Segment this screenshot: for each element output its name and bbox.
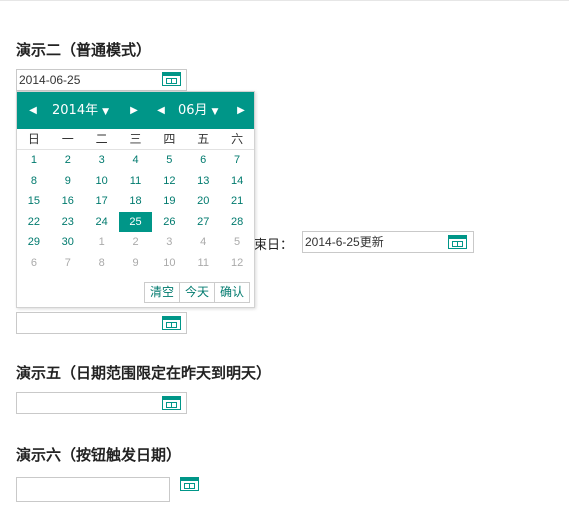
picker-footer: 清空 今天 确认 — [143, 282, 250, 303]
picker-header: ◀ 2014年 ▼ ▶ ◀ 06月 ▼ ▶ — [17, 92, 254, 129]
today-button[interactable]: 今天 — [178, 282, 215, 303]
day-cell-next-month[interactable]: 8 — [85, 253, 119, 274]
day-cell[interactable]: 29 — [17, 232, 51, 253]
next-month-button[interactable]: ▶ — [234, 92, 248, 129]
date-picker-popup: ◀ 2014年 ▼ ▶ ◀ 06月 ▼ ▶ 日 一 二 三 四 五 六 1 2 3 … — [16, 91, 255, 308]
day-cell[interactable]: 2 — [51, 150, 85, 171]
day-cell[interactable]: 22 — [17, 212, 51, 233]
day-cell[interactable]: 26 — [152, 212, 186, 233]
calendar-icon[interactable] — [162, 396, 181, 410]
calendar-button-icon[interactable] — [180, 477, 199, 491]
day-cell-next-month[interactable]: 12 — [220, 253, 254, 274]
week-row: 29 30 1 2 3 4 5 — [17, 232, 254, 253]
year-label: 2014年 — [52, 103, 99, 118]
day-cell-next-month[interactable]: 1 — [85, 232, 119, 253]
calendar-icon[interactable] — [162, 316, 181, 330]
day-cell[interactable]: 30 — [51, 232, 85, 253]
day-cell[interactable]: 14 — [220, 171, 254, 192]
week-row: 1 2 3 4 5 6 7 — [17, 150, 254, 171]
week-row: 22 23 24 25 26 27 28 — [17, 211, 254, 233]
week-row: 6 7 8 9 10 11 12 — [17, 253, 254, 274]
day-cell[interactable]: 16 — [51, 191, 85, 212]
day-cell[interactable]: 18 — [119, 191, 153, 212]
confirm-button[interactable]: 确认 — [213, 282, 250, 303]
day-cell[interactable]: 23 — [51, 212, 85, 233]
year-select[interactable]: 2014年 ▼ — [52, 92, 109, 129]
day-cell[interactable]: 21 — [220, 191, 254, 212]
day-cell[interactable]: 13 — [186, 171, 220, 192]
day-cell-next-month[interactable]: 4 — [186, 232, 220, 253]
demo5-heading: 演示五（日期范围限定在昨天到明天） — [16, 364, 272, 382]
day-cell[interactable]: 1 — [17, 150, 51, 171]
day-cell[interactable]: 5 — [152, 150, 186, 171]
weekday-label: 一 — [61, 132, 74, 146]
weekday-label: 五 — [197, 132, 210, 146]
day-cell[interactable]: 10 — [85, 171, 119, 192]
day-cell[interactable]: 15 — [17, 191, 51, 212]
weekday-label: 二 — [95, 132, 108, 146]
day-cell[interactable]: 19 — [152, 191, 186, 212]
day-cell[interactable]: 27 — [186, 212, 220, 233]
day-cell-next-month[interactable]: 3 — [152, 232, 186, 253]
day-cell-next-month[interactable]: 6 — [17, 253, 51, 274]
day-cell-next-month[interactable]: 11 — [186, 253, 220, 274]
weekday-label: 四 — [163, 132, 176, 146]
demo2-heading: 演示二（普通模式） — [16, 41, 152, 59]
prev-year-button[interactable]: ◀ — [26, 92, 40, 129]
month-select[interactable]: 06月 ▼ — [178, 92, 218, 129]
top-divider — [0, 0, 569, 1]
day-cell[interactable]: 8 — [17, 171, 51, 192]
next-year-button[interactable]: ▶ — [127, 92, 141, 129]
day-cell-next-month[interactable]: 9 — [119, 253, 153, 274]
weekday-label: 日 — [27, 132, 40, 146]
calendar-icon[interactable] — [162, 72, 181, 86]
day-cell[interactable]: 6 — [186, 150, 220, 171]
day-cell-selected[interactable]: 25 — [118, 211, 153, 232]
weekday-label: 三 — [129, 132, 142, 146]
chevron-down-icon: ▼ — [211, 107, 219, 117]
day-cell[interactable]: 12 — [152, 171, 186, 192]
day-cell[interactable]: 20 — [186, 191, 220, 212]
day-cell[interactable]: 4 — [119, 150, 153, 171]
demo6-heading: 演示六（按钮触发日期） — [16, 446, 182, 464]
day-cell-next-month[interactable]: 10 — [152, 253, 186, 274]
day-cell[interactable]: 7 — [220, 150, 254, 171]
day-cell-next-month[interactable]: 2 — [119, 232, 153, 253]
day-cell[interactable]: 28 — [220, 212, 254, 233]
month-label: 06月 — [178, 103, 208, 118]
chevron-down-icon: ▼ — [102, 107, 110, 117]
week-row: 15 16 17 18 19 20 21 — [17, 191, 254, 212]
day-cell[interactable]: 24 — [85, 212, 119, 233]
day-cell-next-month[interactable]: 5 — [220, 232, 254, 253]
weekday-label: 六 — [231, 132, 244, 146]
day-cell-next-month[interactable]: 7 — [51, 253, 85, 274]
day-grid: 1 2 3 4 5 6 7 8 9 10 11 12 13 14 15 16 1… — [17, 150, 254, 273]
clear-button[interactable]: 清空 — [143, 282, 180, 303]
day-cell[interactable]: 11 — [119, 171, 153, 192]
prev-month-button[interactable]: ◀ — [154, 92, 168, 129]
day-cell[interactable]: 17 — [85, 191, 119, 212]
weekday-header: 日 一 二 三 四 五 六 — [17, 129, 254, 150]
calendar-icon[interactable] — [448, 235, 467, 249]
day-cell[interactable]: 9 — [51, 171, 85, 192]
week-row: 8 9 10 11 12 13 14 — [17, 171, 254, 192]
demo6-date-input[interactable] — [16, 477, 170, 502]
day-cell[interactable]: 3 — [85, 150, 119, 171]
